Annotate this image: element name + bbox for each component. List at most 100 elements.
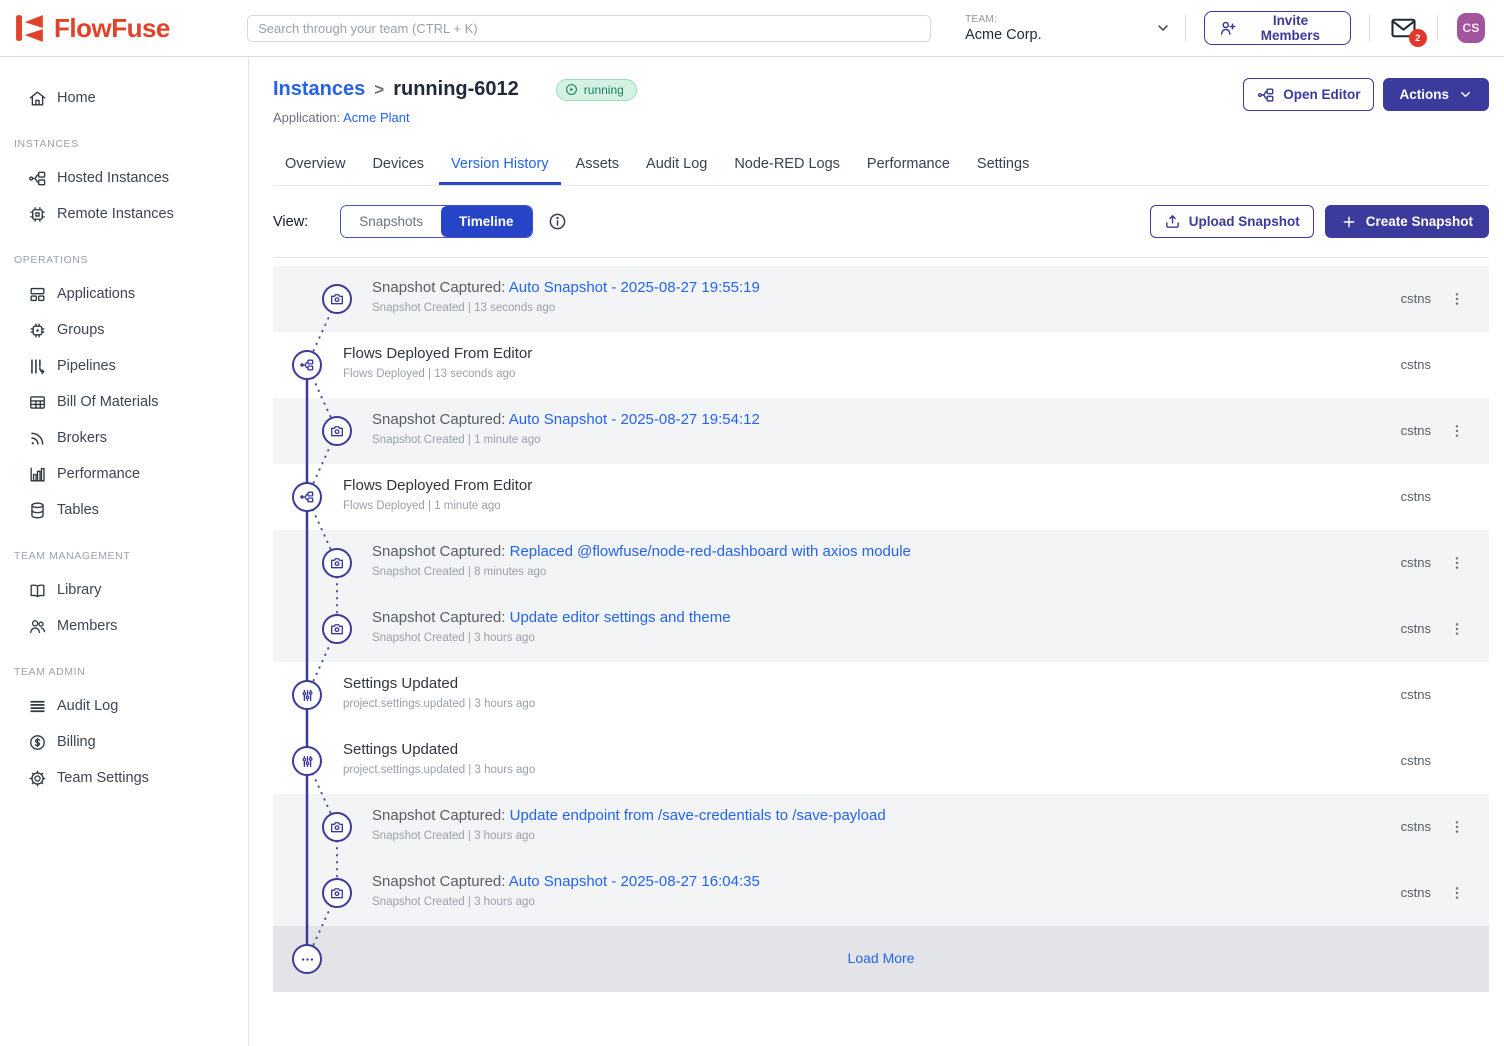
event-user: cstns — [1401, 555, 1431, 570]
sidebar-item-billing[interactable]: Billing — [0, 724, 248, 760]
create-snapshot-label: Create Snapshot — [1366, 214, 1473, 229]
instance-tabs: Overview Devices Version History Assets … — [273, 147, 1489, 186]
avatar[interactable]: CS — [1457, 13, 1485, 43]
team-selector[interactable]: TEAM: Acme Corp. — [965, 14, 1185, 43]
row-menu-button[interactable] — [1445, 815, 1469, 839]
tab-overview[interactable]: Overview — [273, 147, 357, 185]
sidebar-item-remote-instances[interactable]: Remote Instances — [0, 196, 248, 232]
divider — [1369, 15, 1370, 41]
event-title: Flows Deployed From Editor — [343, 345, 532, 362]
projects-icon — [28, 169, 47, 188]
sidebar-item-applications[interactable]: Applications — [0, 276, 248, 312]
sidebar-item-label: Hosted Instances — [57, 170, 169, 186]
application-label: Application: — [273, 110, 340, 125]
sidebar-item-label: Members — [57, 618, 117, 634]
sidebar-item-audit-log[interactable]: Audit Log — [0, 688, 248, 724]
breadcrumb-instances-link[interactable]: Instances — [273, 78, 365, 101]
search-input[interactable] — [247, 15, 931, 42]
groups-icon — [28, 321, 47, 340]
notifications-button[interactable]: 2 — [1390, 17, 1417, 39]
event-user: cstns — [1401, 687, 1431, 702]
dollar-circle-icon — [28, 733, 47, 752]
gear-icon — [28, 769, 47, 788]
upload-icon — [1164, 213, 1181, 230]
load-more-link[interactable]: Load More — [848, 950, 915, 966]
actions-label: Actions — [1399, 87, 1449, 102]
snapshot-link[interactable]: Replaced @flowfuse/node-red-dashboard wi… — [510, 543, 911, 560]
timeline-row: Settings Updated project.settings.update… — [273, 728, 1489, 794]
snapshot-link[interactable]: Update editor settings and theme — [510, 609, 731, 626]
timeline-row: Snapshot Captured: Auto Snapshot - 2025-… — [273, 860, 1489, 926]
sidebar-item-bill-of-materials[interactable]: Bill Of Materials — [0, 384, 248, 420]
event-meta: Snapshot Created | 13 seconds ago — [372, 302, 760, 314]
invite-members-label: Invite Members — [1245, 13, 1336, 43]
snapshot-link[interactable]: Auto Snapshot - 2025-08-27 19:54:12 — [509, 411, 760, 428]
event-title-prefix: Snapshot Captured: — [372, 279, 505, 296]
divider — [1185, 15, 1186, 41]
view-label: View: — [273, 214, 308, 230]
tab-settings[interactable]: Settings — [965, 147, 1041, 185]
sidebar-item-pipelines[interactable]: Pipelines — [0, 348, 248, 384]
log-lines-icon — [28, 697, 47, 716]
info-icon[interactable] — [548, 212, 567, 231]
sidebar-item-hosted-instances[interactable]: Hosted Instances — [0, 160, 248, 196]
open-editor-button[interactable]: Open Editor — [1243, 78, 1374, 111]
sidebar-item-label: Groups — [57, 322, 105, 338]
play-circle-icon — [565, 83, 578, 96]
snapshots-toggle-button[interactable]: Snapshots — [341, 206, 441, 237]
snapshot-link[interactable]: Auto Snapshot - 2025-08-27 16:04:35 — [509, 873, 760, 890]
event-meta: Snapshot Created | 3 hours ago — [372, 632, 731, 644]
row-menu-button[interactable] — [1445, 287, 1469, 311]
sidebar-item-label: Tables — [57, 502, 99, 518]
sidebar: Home INSTANCES Hosted Instances Remote I… — [0, 57, 249, 1046]
sidebar-item-library[interactable]: Library — [0, 572, 248, 608]
tab-devices[interactable]: Devices — [360, 147, 436, 185]
event-user: cstns — [1401, 753, 1431, 768]
timeline-row: Flows Deployed From Editor Flows Deploye… — [273, 332, 1489, 398]
timeline-toggle-button[interactable]: Timeline — [441, 206, 532, 237]
invite-members-button[interactable]: Invite Members — [1204, 11, 1351, 45]
timeline-row: Snapshot Captured: Update endpoint from … — [273, 794, 1489, 860]
event-user: cstns — [1401, 423, 1431, 438]
camera-icon — [322, 416, 352, 446]
team-label: TEAM: — [965, 14, 1042, 25]
timeline-row: Snapshot Captured: Update editor setting… — [273, 596, 1489, 662]
event-user: cstns — [1401, 885, 1431, 900]
sidebar-item-home[interactable]: Home — [0, 80, 248, 116]
timeline-row: Snapshot Captured: Auto Snapshot - 2025-… — [273, 266, 1489, 332]
sliders-icon — [292, 680, 322, 710]
row-menu-button[interactable] — [1445, 419, 1469, 443]
flowfuse-logo[interactable]: FlowFuse — [0, 13, 235, 44]
event-title-prefix: Snapshot Captured: — [372, 411, 505, 428]
sliders-icon — [292, 746, 322, 776]
sidebar-item-tables[interactable]: Tables — [0, 492, 248, 528]
row-menu-button[interactable] — [1445, 617, 1469, 641]
notification-badge: 2 — [1409, 29, 1427, 47]
table-grid-icon — [28, 393, 47, 412]
tab-assets[interactable]: Assets — [564, 147, 632, 185]
sidebar-item-performance[interactable]: Performance — [0, 456, 248, 492]
sidebar-item-label: Applications — [57, 286, 135, 302]
chip-icon — [28, 205, 47, 224]
sidebar-item-brokers[interactable]: Brokers — [0, 420, 248, 456]
tab-node-red-logs[interactable]: Node-RED Logs — [722, 147, 852, 185]
row-menu-button[interactable] — [1445, 881, 1469, 905]
create-snapshot-button[interactable]: Create Snapshot — [1325, 205, 1489, 238]
upload-snapshot-button[interactable]: Upload Snapshot — [1150, 205, 1314, 238]
snapshot-link[interactable]: Auto Snapshot - 2025-08-27 19:55:19 — [509, 279, 760, 296]
application-link[interactable]: Acme Plant — [343, 110, 409, 125]
actions-button[interactable]: Actions — [1383, 78, 1489, 111]
sidebar-item-groups[interactable]: Groups — [0, 312, 248, 348]
snapshot-link[interactable]: Update endpoint from /save-credentials t… — [510, 807, 886, 824]
sidebar-item-label: Bill Of Materials — [57, 394, 159, 410]
sidebar-item-members[interactable]: Members — [0, 608, 248, 644]
event-meta: Snapshot Created | 3 hours ago — [372, 896, 760, 908]
event-title-prefix: Snapshot Captured: — [372, 609, 505, 626]
tab-audit-log[interactable]: Audit Log — [634, 147, 719, 185]
tab-version-history[interactable]: Version History — [439, 147, 561, 185]
timeline-list: Snapshot Captured: Auto Snapshot - 2025-… — [273, 266, 1489, 992]
row-menu-button[interactable] — [1445, 551, 1469, 575]
tab-performance[interactable]: Performance — [855, 147, 962, 185]
version-history-toolbar: View: Snapshots Timeline Upload Snapshot — [273, 186, 1489, 258]
sidebar-item-team-settings[interactable]: Team Settings — [0, 760, 248, 796]
